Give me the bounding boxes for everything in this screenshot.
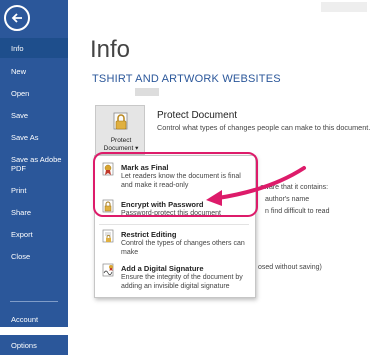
protect-document-button[interactable]: Protect Document ▾ xyxy=(95,105,145,155)
backstage-sidebar: Info New Open Save Save As Save as Adobe… xyxy=(0,0,68,327)
nav-print[interactable]: Print xyxy=(0,180,68,200)
digital-signature-title: Add a Digital Signature xyxy=(121,264,204,273)
nav-save-as[interactable]: Save As xyxy=(0,127,68,147)
restrict-editing-title: Restrict Editing xyxy=(121,230,177,239)
window-controls xyxy=(321,2,367,12)
protect-document-label: Protect Document ▾ xyxy=(103,137,139,152)
protect-description: Control what types of changes people can… xyxy=(157,123,371,132)
nav-new[interactable]: New xyxy=(0,61,68,81)
restrict-editing-icon xyxy=(102,229,114,243)
nav-open[interactable]: Open xyxy=(0,83,68,103)
nav-account[interactable]: Account xyxy=(0,309,68,329)
blurred-path xyxy=(135,88,159,96)
restrict-editing-desc: Control the types of changes others can … xyxy=(121,240,245,256)
nav-share[interactable]: Share xyxy=(0,202,68,222)
annotation-arrow-icon xyxy=(206,166,306,206)
nav-info[interactable]: Info xyxy=(0,38,68,58)
menu-separator xyxy=(99,224,249,225)
nav-save-as-adobe-pdf[interactable]: Save as Adobe PDF xyxy=(0,152,68,176)
nav-export[interactable]: Export xyxy=(0,224,68,244)
menu-item-restrict-editing[interactable]: Restrict Editing Control the types of ch… xyxy=(95,226,255,259)
protect-lock-icon xyxy=(113,112,128,130)
digital-signature-desc: Ensure the integrity of the document by … xyxy=(121,274,243,290)
nav-close[interactable]: Close xyxy=(0,246,68,266)
back-arrow-icon xyxy=(11,13,22,23)
page-title: Info xyxy=(90,36,131,63)
protect-heading: Protect Document xyxy=(157,110,238,121)
signature-icon xyxy=(102,263,114,277)
nav-options[interactable]: Options xyxy=(0,335,68,355)
nav-save[interactable]: Save xyxy=(0,105,68,125)
sidebar-divider xyxy=(10,301,58,302)
back-button[interactable] xyxy=(4,5,30,31)
versions-text: osed without saving) xyxy=(258,264,322,271)
document-title: TSHIRT AND ARTWORK WEBSITES xyxy=(92,73,281,85)
menu-item-add-digital-signature[interactable]: Add a Digital Signature Ensure the integ… xyxy=(95,260,255,296)
